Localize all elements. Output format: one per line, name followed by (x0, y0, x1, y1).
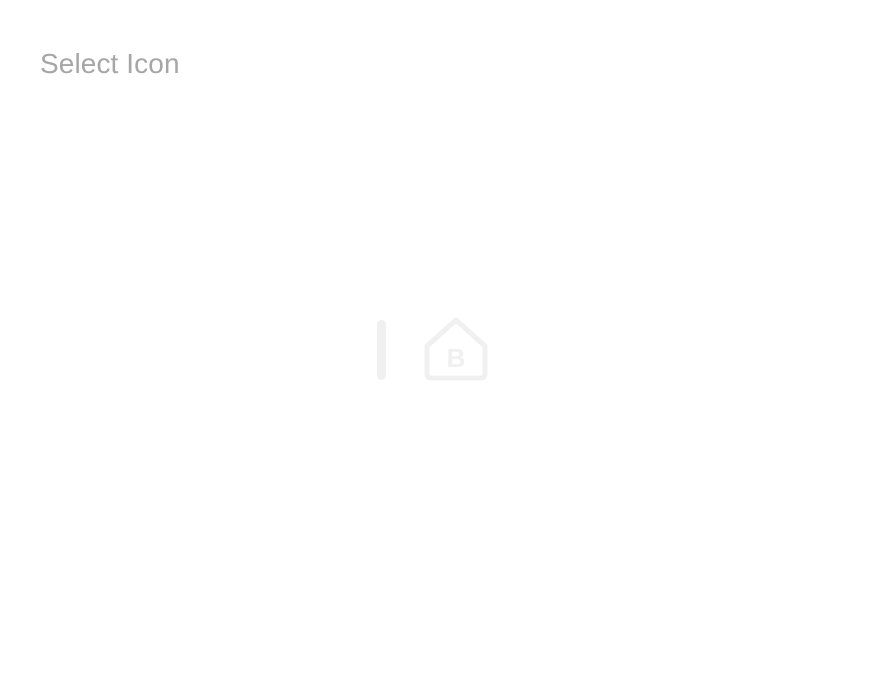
house-b-logo-icon: B (422, 316, 490, 382)
page-title: Select Icon (40, 48, 180, 79)
logo-letter: B (447, 343, 466, 373)
loading-indicator: B (376, 316, 492, 382)
loading-bar-icon (377, 320, 386, 380)
